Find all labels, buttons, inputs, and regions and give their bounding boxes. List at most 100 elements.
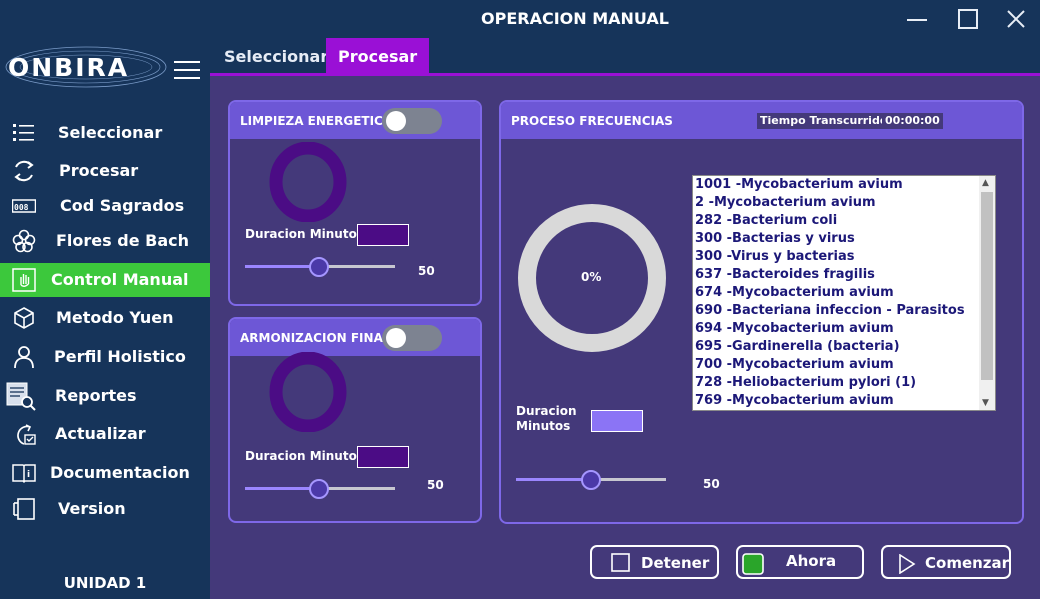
list-item[interactable]: 637 -Bacteroides fragilis [693,266,995,284]
panel-header: ARMONIZACION FINAL [230,319,480,356]
cube-icon [12,306,36,330]
sidebar-item-control-manual[interactable]: Control Manual [0,263,210,297]
maximize-icon [958,9,978,29]
panel-title: LIMPIEZA ENERGETICA [240,114,393,128]
limpieza-toggle[interactable] [382,108,442,134]
toggle-knob [386,111,406,131]
list-item[interactable]: 282 -Bacterium coli [693,212,995,230]
duration-label-line1: Duracion [516,404,577,418]
button-label: Comenzar [925,554,1010,572]
list-item[interactable]: 695 -Gardinerella (bacteria) [693,338,995,356]
list-item[interactable]: 690 -Bacteriana infeccion - Parasitos [693,302,995,320]
tab-procesar[interactable]: Procesar [326,38,430,74]
duration-color-box[interactable] [357,224,409,246]
green-indicator-icon [742,553,764,575]
limpieza-duration-slider[interactable] [245,257,395,277]
hand-icon [12,268,36,292]
detener-button[interactable]: Detener [590,545,719,579]
menu-toggle-button[interactable] [174,60,200,80]
limpieza-ring [269,142,347,222]
slider-thumb[interactable] [308,257,329,277]
sidebar-item-label: Documentacion [50,463,190,482]
list-scrollbar[interactable]: ▲ ▼ [979,176,995,410]
armonizacion-duration-slider[interactable] [245,479,395,499]
slider-thumb[interactable] [308,479,329,499]
sidebar-item-perfil-holistico[interactable]: Perfil Holistico [0,340,210,374]
duration-value: 50 [703,477,720,491]
scroll-thumb[interactable] [981,192,993,380]
list-item[interactable]: 694 -Mycobacterium avium [693,320,995,338]
sidebar-item-label: Perfil Holistico [54,347,186,366]
armonizacion-ring [269,352,347,432]
onbira-logo: ONBIRA [2,44,170,90]
list-item[interactable]: 300 -Virus y bacterias [693,248,995,266]
sidebar-item-actualizar[interactable]: Actualizar [0,417,210,451]
close-icon [1007,10,1025,28]
flower-icon [12,229,36,253]
button-label: Ahora [786,552,837,570]
play-icon [899,554,916,574]
hamburger-icon [174,61,200,79]
duration-color-box[interactable] [357,446,409,468]
sidebar-item-version[interactable]: Version [0,492,210,526]
sidebar-item-seleccionar[interactable]: Seleccionar [0,116,210,150]
proceso-duration-slider[interactable] [516,470,666,490]
sidebar-item-procesar[interactable]: Procesar [0,154,210,188]
device-icon [12,497,36,521]
frequency-list[interactable]: 1001 -Mycobacterium avium 2 -Mycobacteriu… [692,175,996,411]
stop-icon [611,553,630,572]
armonizacion-final-panel: ARMONIZACION FINAL Duracion Minutos 50 [228,317,482,523]
minimize-icon [907,19,927,21]
tab-seleccionar[interactable]: Seleccionar [212,38,340,74]
minimize-button[interactable] [904,6,930,32]
duration-label-line2: Minutos [516,419,571,433]
main-content: Seleccionar Procesar LIMPIEZA ENERGETICA… [210,38,1040,599]
list-item[interactable]: 300 -Bacterias y virus [693,230,995,248]
slider-thumb[interactable] [581,470,601,490]
user-icon [12,345,36,369]
list-item[interactable]: 728 -Heliobacterium pylori (1) [693,374,995,392]
book-info-icon: i [12,461,36,485]
progress-percent: 0% [581,270,602,284]
unit-label: UNIDAD 1 [63,574,147,592]
sidebar-item-label: Control Manual [51,270,189,289]
sidebar-item-cod-sagrados[interactable]: 008 Cod Sagrados [0,189,210,223]
sidebar-item-metodo-yuen[interactable]: Metodo Yuen [0,301,210,335]
list-item[interactable]: 700 -Mycobacterium avium [693,356,995,374]
duration-value: 50 [418,264,435,278]
list-item[interactable]: 1001 -Mycobacterium avium [693,176,995,194]
svg-text:008: 008 [14,203,29,212]
sidebar-item-reportes[interactable]: Reportes [0,379,210,413]
svg-text:i: i [27,470,30,480]
duration-label: Duracion Minutos [245,449,364,463]
list-item[interactable]: 2 -Mycobacterium avium [693,194,995,212]
armonizacion-toggle[interactable] [382,325,442,351]
duration-color-box[interactable] [591,410,643,432]
sidebar-item-label: Reportes [55,386,137,405]
list-item[interactable]: 674 -Mycobacterium avium [693,284,995,302]
list-item[interactable]: 769 -Mycobacterium avium [693,392,995,410]
sidebar-item-label: Actualizar [55,424,146,443]
sidebar-item-label: Seleccionar [58,123,163,142]
ahora-button[interactable]: Ahora [736,545,864,579]
sidebar-item-label: Metodo Yuen [56,308,174,327]
scroll-up-icon[interactable]: ▲ [982,178,989,188]
toggle-knob [386,328,406,348]
sidebar-item-label: Flores de Bach [56,231,189,250]
refresh-icon [12,159,36,183]
close-button[interactable] [1003,6,1029,32]
scroll-down-icon[interactable]: ▼ [982,398,989,408]
maximize-button[interactable] [955,6,981,32]
panel-title: PROCESO FRECUENCIAS [511,114,673,128]
panel-title: ARMONIZACION FINAL [240,331,391,345]
report-search-icon [6,381,36,411]
duration-label: Duracion Minutos [245,227,364,241]
tab-bar: Seleccionar Procesar [210,38,1040,76]
window-title: OPERACION MANUAL [481,9,669,28]
logo-text: ONBIRA [8,53,130,82]
comenzar-button[interactable]: Comenzar [881,545,1011,579]
sidebar-item-documentacion[interactable]: i Documentacion [0,456,210,490]
sidebar-item-flores-de-bach[interactable]: Flores de Bach [0,224,210,258]
button-label: Detener [641,554,710,572]
sidebar-item-label: Cod Sagrados [60,196,185,215]
